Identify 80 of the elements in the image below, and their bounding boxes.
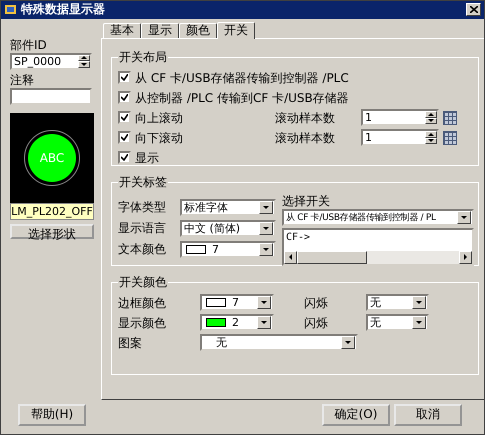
scroll-count-label: 滚动样本数 — [275, 130, 336, 146]
tab[interactable]: 颜色 — [179, 22, 217, 38]
tab[interactable]: 基本 — [103, 22, 141, 38]
checkbox[interactable] — [118, 91, 131, 104]
down-arrow-icon — [263, 226, 269, 230]
check-icon — [121, 154, 128, 162]
check-icon — [121, 94, 128, 102]
down-arrow-icon — [345, 341, 351, 344]
shape-name: LM_PL202_OFF — [10, 202, 94, 220]
checkbox-label: 从控制器 /PLC 传输到CF 卡/USB存储器 — [135, 90, 349, 106]
up-arrow-icon — [81, 56, 87, 60]
left-arrow-icon — [289, 254, 292, 260]
lamp-text: ABC — [40, 150, 64, 165]
checkbox-label: 向下滚动 — [135, 130, 184, 146]
down-arrow-icon — [428, 139, 434, 142]
dropdown[interactable]: 标准字体 — [180, 198, 276, 216]
spin-field[interactable]: SP_0000 — [10, 52, 92, 70]
check-icon — [121, 134, 128, 142]
down-arrow-icon — [461, 216, 467, 219]
right-arrow-icon — [464, 254, 467, 260]
check-icon — [121, 74, 128, 82]
dropdown[interactable]: 7 — [200, 294, 274, 312]
checkbox[interactable] — [118, 71, 131, 84]
checkbox-label: 从 CF 卡/USB存储器传输到控制器 /PLC — [135, 70, 349, 86]
close-icon — [470, 6, 478, 14]
dropdown[interactable]: 无 — [366, 314, 429, 332]
blink-label: 闪烁 — [304, 294, 329, 311]
field-label: 文本颜色 — [118, 241, 167, 258]
select-shape-button[interactable]: 选择形状 — [10, 224, 94, 239]
select-switch-label: 选择开关 — [282, 192, 331, 209]
down-arrow-icon — [263, 206, 269, 209]
field-label: 边框颜色 — [118, 294, 167, 311]
down-arrow-icon — [263, 248, 269, 251]
pattern-label: 图案 — [118, 334, 143, 351]
keypad-icon[interactable] — [443, 110, 457, 125]
check-icon — [121, 114, 128, 122]
dropdown[interactable]: 无 — [200, 334, 358, 352]
down-arrow-icon — [261, 301, 267, 304]
field-label: 显示颜色 — [118, 314, 167, 331]
up-arrow-icon — [428, 132, 434, 136]
keypad-icon[interactable] — [443, 130, 457, 145]
dropdown[interactable]: 从 CF 卡/USB存储器传输到控制器 / PL — [282, 208, 474, 226]
scroll-count-label: 滚动样本数 — [275, 110, 336, 126]
spin-field[interactable]: 1 — [361, 109, 439, 126]
close-button[interactable] — [466, 3, 481, 16]
group-title: 开关标签 — [118, 174, 168, 191]
down-arrow-icon — [81, 62, 87, 66]
down-arrow-icon — [416, 321, 422, 324]
comment-field[interactable] — [10, 88, 92, 105]
cancel-button[interactable]: 取消 — [394, 404, 462, 426]
checkbox-label: 向上滚动 — [135, 110, 184, 126]
field-label: 字体类型 — [118, 199, 167, 216]
help-button[interactable]: 帮助(H) — [18, 404, 86, 426]
dropdown[interactable]: 无 — [366, 294, 429, 312]
checkbox[interactable] — [118, 131, 131, 144]
checkbox[interactable] — [118, 111, 131, 124]
checkbox-label: 显示 — [135, 150, 159, 166]
down-arrow-icon — [416, 301, 422, 304]
group-title: 开关颜色 — [118, 274, 168, 291]
tab[interactable]: 开关 — [217, 22, 255, 39]
dropdown[interactable]: 中文 (简体) — [180, 220, 276, 237]
down-arrow-icon — [428, 119, 434, 122]
text-area[interactable]: CF-> — [282, 228, 474, 266]
app-icon — [4, 3, 18, 16]
spin-field[interactable]: 1 — [361, 129, 439, 146]
tab[interactable]: 显示 — [141, 22, 179, 38]
down-arrow-icon — [261, 321, 267, 324]
group-title: 开关布局 — [118, 48, 168, 66]
up-arrow-icon — [428, 112, 434, 116]
horizontal-scrollbar[interactable] — [284, 250, 472, 264]
dropdown[interactable]: 7 — [180, 240, 276, 258]
ok-button[interactable]: 确定(O) — [322, 404, 390, 426]
blink-label: 闪烁 — [304, 314, 329, 331]
area-text: CF-> — [285, 230, 312, 245]
comment-label: 注释 — [10, 72, 35, 88]
field-label: 显示语言 — [118, 220, 167, 236]
checkbox[interactable] — [118, 151, 131, 164]
dropdown[interactable]: 2 — [200, 314, 274, 332]
part-id-label: 部件ID — [10, 36, 48, 53]
window-title: 特殊数据显示器 — [21, 1, 106, 18]
